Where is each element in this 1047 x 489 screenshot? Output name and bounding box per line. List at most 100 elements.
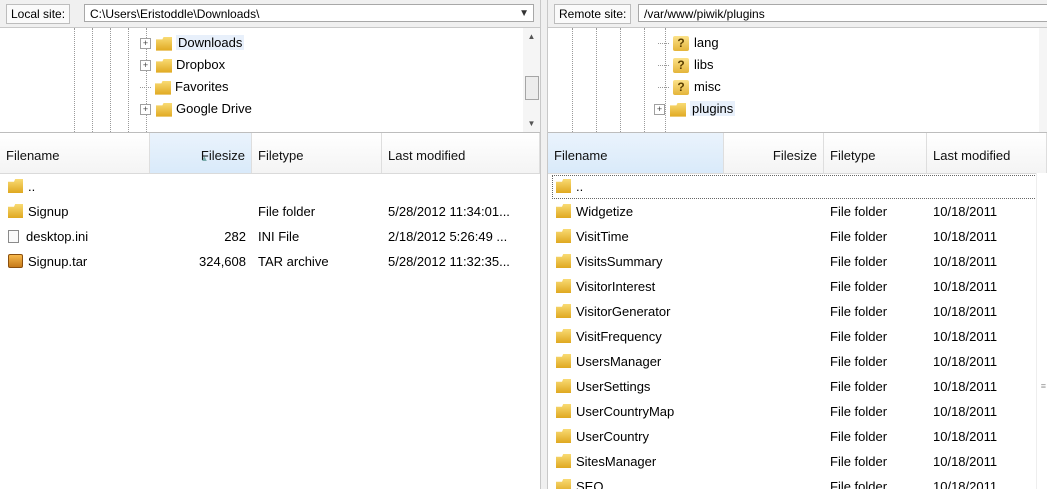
filetype-cell: File folder — [830, 454, 888, 469]
filename: Signup — [28, 204, 69, 219]
filename: Signup.tar — [28, 254, 88, 269]
scroll-down-icon[interactable]: ▼ — [523, 119, 540, 128]
col-filesize[interactable]: Filesize — [724, 133, 824, 173]
tree-node-label: libs — [694, 57, 714, 72]
folder-icon — [556, 404, 571, 418]
filename-cell: VisitorGenerator — [556, 299, 724, 324]
col-filename[interactable]: Filename — [548, 133, 724, 173]
filetype-cell: File folder — [830, 229, 888, 244]
expand-icon[interactable]: + — [140, 104, 151, 116]
local-site-path-combo[interactable]: C:\Users\Eristoddle\Downloads\ ▼ — [84, 4, 534, 22]
table-row[interactable]: desktop.ini 282 INI File 2/18/2012 5:26:49 … — [0, 224, 540, 249]
filename: SEO — [576, 479, 604, 489]
filetype-cell: File folder — [830, 379, 888, 394]
table-row[interactable]: VisitorInterest File folder 10/18/2011 — [548, 274, 1047, 299]
filename-cell: Signup — [8, 199, 150, 224]
filename-cell: VisitFrequency — [556, 324, 724, 349]
table-row[interactable]: VisitFrequency File folder 10/18/2011 — [548, 324, 1047, 349]
folder-icon — [556, 254, 571, 268]
folder-icon — [556, 304, 571, 318]
scroll-thumb[interactable] — [525, 76, 539, 100]
tree-connector — [658, 43, 669, 45]
tree-node-label: Dropbox — [176, 57, 226, 72]
local-list-header: Filename ▲ Filesize Filetype Last modifi… — [0, 133, 540, 174]
tree-node[interactable]: ? libs — [658, 54, 714, 76]
filename: VisitTime — [576, 229, 629, 244]
table-row[interactable]: SitesManager File folder 10/18/2011 — [548, 449, 1047, 474]
table-row[interactable]: UserCountry File folder 10/18/2011 — [548, 424, 1047, 449]
table-row[interactable]: VisitTime File folder 10/18/2011 — [548, 224, 1047, 249]
filename: UserSettings — [576, 379, 651, 394]
table-row[interactable]: Signup File folder 5/28/2012 11:34:01... — [0, 199, 540, 224]
table-row[interactable]: VisitorGenerator File folder 10/18/2011 — [548, 299, 1047, 324]
filename-cell: SEO — [556, 474, 724, 489]
folder-icon — [556, 204, 571, 218]
tree-connector — [658, 65, 669, 67]
chevron-down-icon[interactable]: ▼ — [519, 5, 529, 23]
filename: VisitorInterest — [576, 279, 656, 294]
scroll-grip-icon: ≡ — [1040, 381, 1046, 391]
table-row[interactable]: Widgetize File folder 10/18/2011 — [548, 199, 1047, 224]
filename: VisitsSummary — [576, 254, 663, 269]
pane-splitter[interactable] — [540, 0, 548, 489]
expand-icon[interactable]: + — [654, 104, 665, 116]
col-filetype[interactable]: Filetype — [824, 133, 927, 173]
filename-cell: desktop.ini — [8, 224, 150, 249]
table-row[interactable]: SEO File folder 10/18/2011 — [548, 474, 1047, 489]
unknown-folder-icon: ? — [673, 80, 689, 96]
filename-cell: Widgetize — [556, 199, 724, 224]
tree-node-label: misc — [694, 79, 721, 94]
remote-site-path: /var/www/piwik/plugins — [644, 7, 765, 21]
remote-site-path-combo[interactable]: /var/www/piwik/plugins — [638, 4, 1047, 22]
table-row[interactable]: Signup.tar 324,608 TAR archive 5/28/2012 11… — [0, 249, 540, 274]
expand-icon[interactable]: + — [140, 38, 151, 50]
tree-node[interactable]: ? misc — [658, 76, 721, 98]
remote-site-bar: Remote site: /var/www/piwik/plugins — [548, 0, 1047, 28]
filename: desktop.ini — [26, 229, 89, 244]
filetype-cell: File folder — [830, 329, 888, 344]
table-row[interactable]: UsersManager File folder 10/18/2011 — [548, 349, 1047, 374]
tree-node[interactable]: ? lang — [658, 32, 719, 54]
table-row[interactable]: .. — [548, 174, 1047, 199]
tree-node[interactable]: + Dropbox — [140, 54, 225, 76]
remote-tree-scrollbar[interactable] — [1039, 28, 1047, 132]
filename: SitesManager — [576, 454, 657, 469]
ini-file-icon — [8, 230, 19, 243]
table-row[interactable]: UserSettings File folder 10/18/2011 — [548, 374, 1047, 399]
col-filename[interactable]: Filename — [0, 133, 150, 173]
table-row[interactable]: VisitsSummary File folder 10/18/2011 — [548, 249, 1047, 274]
expand-icon[interactable]: + — [140, 60, 151, 72]
col-last-modified[interactable]: Last modified — [382, 133, 540, 173]
local-folder-tree: + Downloads + Dropbox Favorites + Google Drive… — [0, 28, 540, 133]
scroll-up-icon[interactable]: ▲ — [523, 32, 540, 41]
table-row[interactable]: .. — [0, 174, 540, 199]
local-file-list: Filename ▲ Filesize Filetype Last modifi… — [0, 133, 540, 489]
filename-cell: .. — [8, 174, 150, 199]
local-tree-scrollbar[interactable]: ▲ ▼ — [523, 28, 540, 132]
tree-node[interactable]: + plugins — [654, 98, 736, 120]
tree-node-label: Downloads — [176, 35, 245, 50]
tree-node[interactable]: + Google Drive — [140, 98, 252, 120]
table-row[interactable]: UserCountryMap File folder 10/18/2011 — [548, 399, 1047, 424]
folder-icon — [556, 229, 571, 243]
filename-cell: VisitorInterest — [556, 274, 724, 299]
filename: VisitorGenerator — [576, 304, 671, 319]
modified-cell: 5/28/2012 11:34:01... — [388, 204, 510, 219]
filename: Widgetize — [576, 204, 634, 219]
remote-list-scrollbar[interactable]: ≡ — [1036, 173, 1047, 489]
folder-icon — [556, 454, 571, 468]
tree-node-label: Google Drive — [176, 101, 252, 116]
tree-node[interactable]: Favorites — [140, 76, 228, 98]
remote-pane: Remote site: /var/www/piwik/plugins ? lan… — [548, 0, 1047, 489]
tree-connector — [658, 87, 669, 89]
col-filesize[interactable]: ▲ Filesize — [150, 133, 252, 173]
tree-node[interactable]: + Downloads — [140, 32, 245, 54]
local-site-path: C:\Users\Eristoddle\Downloads\ — [90, 7, 260, 21]
filetype-cell: File folder — [830, 204, 888, 219]
local-site-bar: Local site: C:\Users\Eristoddle\Download… — [0, 0, 540, 28]
filetype-cell: INI File — [258, 229, 300, 244]
col-filetype[interactable]: Filetype — [252, 133, 382, 173]
tree-connector — [140, 87, 151, 89]
unknown-folder-icon: ? — [673, 58, 689, 74]
col-last-modified[interactable]: Last modified — [927, 133, 1047, 173]
